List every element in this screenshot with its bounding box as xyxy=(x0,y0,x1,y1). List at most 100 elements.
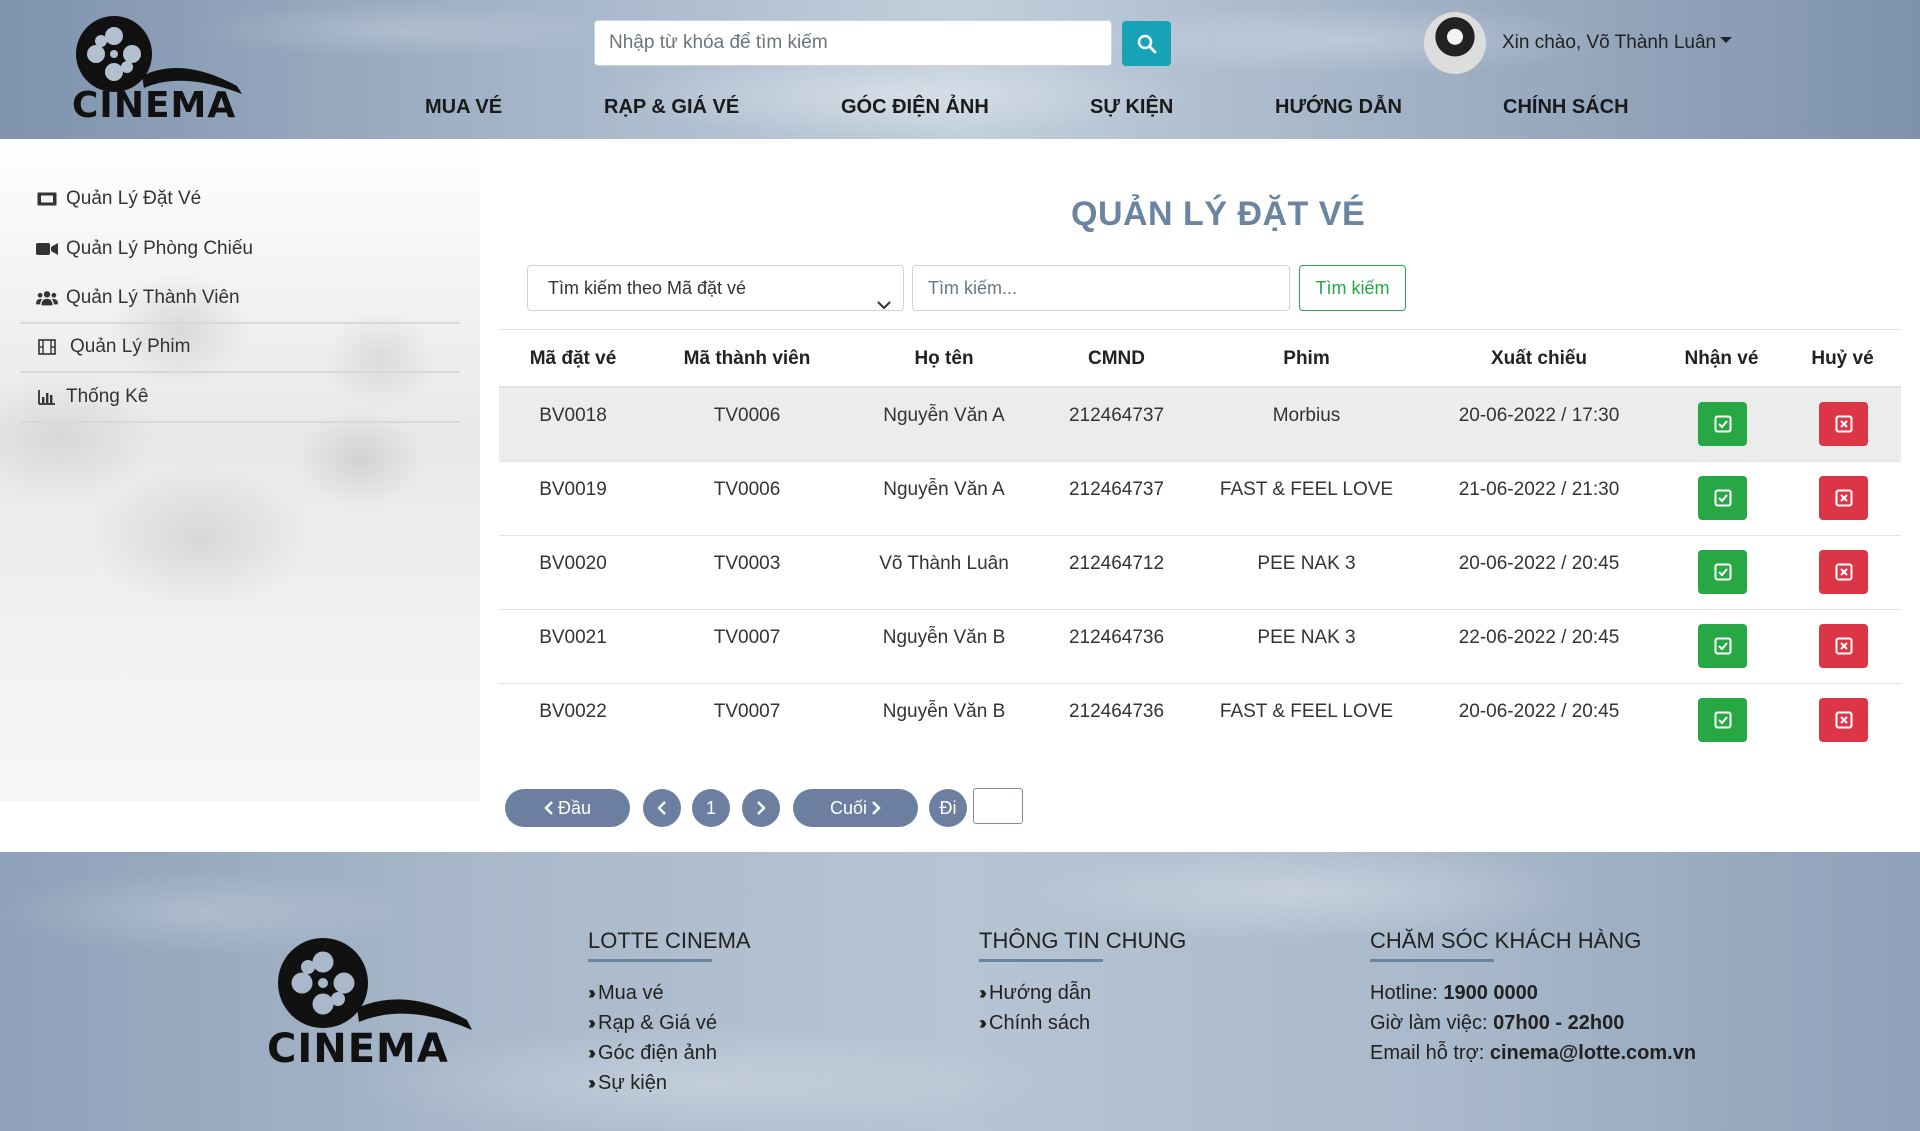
accept-ticket-button[interactable] xyxy=(1698,698,1747,742)
cancel-ticket-button[interactable] xyxy=(1819,624,1868,668)
nav-su-kien[interactable]: SỰ KIỆN xyxy=(1090,96,1173,119)
cell-ma-thanh-vien: TV0007 xyxy=(713,701,781,722)
footer-link-rap-gia-ve[interactable]: ›› Rạp & Giá vé xyxy=(588,1008,751,1038)
cell-cmnd: 212464712 xyxy=(1068,553,1165,574)
pagination-go-button[interactable]: Đi xyxy=(929,789,967,827)
col-header-ma-thanh-vien: Mã thành viên xyxy=(683,348,811,369)
video-camera-icon xyxy=(36,240,58,258)
footer-link-label: Sự kiện xyxy=(598,1072,667,1094)
cell-ma-dat-ve: BV0021 xyxy=(539,627,607,648)
col-header-phim: Phim xyxy=(1283,348,1330,369)
nav-rap-gia-ve[interactable]: RẠP & GIÁ VÉ xyxy=(604,96,739,119)
cell-cmnd: 212464736 xyxy=(1068,701,1165,722)
nav-huong-dan[interactable]: HƯỚNG DẪN xyxy=(1275,96,1402,119)
sidebar-item-phim[interactable]: Quản Lý Phim xyxy=(20,323,460,371)
cell-ma-dat-ve: BV0019 xyxy=(539,479,607,500)
accept-ticket-button[interactable] xyxy=(1698,550,1747,594)
greeting-text: Xin chào, Võ Thành Luân xyxy=(1502,32,1717,53)
cinema-logo[interactable]: CINEMA xyxy=(72,16,258,124)
chevron-right-icon xyxy=(872,801,881,815)
double-chevron-right-icon: ›› xyxy=(588,983,596,1003)
table-row: BV0019 TV0006 Nguyễn Văn A 212464737 FAS… xyxy=(499,462,1901,536)
sidebar-item-thong-ke[interactable]: Thống Kê xyxy=(20,373,460,421)
footer-link-su-kien[interactable]: ›› Sự kiện xyxy=(588,1068,751,1098)
hotline-value[interactable]: 1900 0000 xyxy=(1443,982,1538,1004)
accept-ticket-button[interactable] xyxy=(1698,476,1747,520)
table-row: BV0022 TV0007 Nguyễn Văn B 212464736 FAS… xyxy=(499,684,1901,758)
site-footer: CINEMA LOTTE CINEMA ›› Mua vé ›› Rạp & Giá… xyxy=(0,852,1920,1131)
footer-hotline: Hotline: 1900 0000 xyxy=(1370,982,1538,1004)
cancel-ticket-button[interactable] xyxy=(1819,550,1868,594)
nav-chinh-sach[interactable]: CHÍNH SÁCH xyxy=(1503,96,1629,119)
table-header: Mã đặt vé Mã thành viên Họ tên CMND Phim… xyxy=(499,329,1901,388)
pagination-page-input[interactable] xyxy=(973,788,1023,824)
search-field-select[interactable]: Tìm kiếm theo Mã đặt vé xyxy=(527,265,904,311)
footer-cinema-logo[interactable]: CINEMA xyxy=(267,938,481,1072)
table-row: BV0020 TV0003 Võ Thành Luân 212464712 PE… xyxy=(499,536,1901,610)
chevron-down-icon xyxy=(877,282,891,326)
cell-ma-thanh-vien: TV0003 xyxy=(713,553,781,574)
pagination-next-button[interactable] xyxy=(742,789,780,827)
nav-goc-dien-anh[interactable]: GÓC ĐIỆN ẢNH xyxy=(841,96,989,119)
footer-col-lotte-cinema: LOTTE CINEMA ›› Mua vé ›› Rạp & Giá vé ›› G… xyxy=(588,928,751,1098)
sidebar-item-dat-ve[interactable]: Quản Lý Đặt Vé xyxy=(20,175,460,223)
bar-chart-icon xyxy=(36,388,58,406)
accept-ticket-button[interactable] xyxy=(1698,624,1747,668)
cancel-ticket-button[interactable] xyxy=(1819,402,1868,446)
search-button[interactable] xyxy=(1122,21,1171,66)
cell-xuat-chieu: 22-06-2022 / 20:45 xyxy=(1458,627,1620,648)
pagination-last-button[interactable]: Cuối xyxy=(793,789,918,827)
pagination-first-label: Đầu xyxy=(557,797,592,818)
footer-link-mua-ve[interactable]: ›› Mua vé xyxy=(588,978,751,1008)
film-icon xyxy=(36,338,58,356)
check-square-icon xyxy=(1714,563,1731,581)
cell-cmnd: 212464736 xyxy=(1068,627,1165,648)
x-square-icon xyxy=(1835,563,1852,581)
pagination-prev-button[interactable] xyxy=(643,789,681,827)
sidebar-item-label: Quản Lý Thành Viên xyxy=(66,287,240,308)
search-input[interactable]: Nhập từ khóa để tìm kiếm xyxy=(594,20,1112,66)
cell-ma-thanh-vien: TV0006 xyxy=(713,405,781,426)
email-value[interactable]: cinema@lotte.com.vn xyxy=(1490,1042,1696,1064)
sidebar-item-label: Quản Lý Đặt Vé xyxy=(66,188,202,209)
pagination-first-button[interactable]: Đầu xyxy=(505,789,630,827)
sidebar-item-phong-chieu[interactable]: Quản Lý Phòng Chiếu xyxy=(20,225,460,273)
footer-hours: Giờ làm việc: 07h00 - 22h00 xyxy=(1370,1012,1625,1034)
chevron-left-icon xyxy=(657,801,666,815)
cell-xuat-chieu: 20-06-2022 / 20:45 xyxy=(1458,701,1620,722)
cell-phim: FAST & FEEL LOVE xyxy=(1219,479,1394,500)
users-icon xyxy=(36,289,58,307)
footer-col-title: THÔNG TIN CHUNG xyxy=(979,928,1186,962)
footer-col-cham-soc: CHĂM SÓC KHÁCH HÀNG Hotline: 1900 0000 G… xyxy=(1370,928,1696,1068)
booking-search-input[interactable]: Tìm kiếm... xyxy=(912,265,1290,311)
nav-mua-ve[interactable]: MUA VÉ xyxy=(425,96,502,119)
sidebar-item-thanh-vien[interactable]: Quản Lý Thành Viên xyxy=(20,274,460,322)
x-square-icon xyxy=(1835,637,1852,655)
col-header-cmnd: CMND xyxy=(1088,348,1145,369)
cell-ho-ten: Võ Thành Luân xyxy=(879,553,1009,574)
cell-xuat-chieu: 20-06-2022 / 20:45 xyxy=(1458,553,1620,574)
table-row: BV0021 TV0007 Nguyễn Văn B 212464736 PEE… xyxy=(499,610,1901,684)
booking-search-button[interactable]: Tìm kiếm xyxy=(1299,265,1406,311)
double-chevron-right-icon: ›› xyxy=(588,1013,596,1033)
pagination-page-1[interactable]: 1 xyxy=(692,789,730,827)
footer-link-huong-dan[interactable]: ›› Hướng dẫn xyxy=(979,978,1186,1008)
footer-col-title: CHĂM SÓC KHÁCH HÀNG xyxy=(1370,928,1696,962)
accept-ticket-button[interactable] xyxy=(1698,402,1747,446)
footer-link-goc-dien-anh[interactable]: ›› Góc điện ảnh xyxy=(588,1038,751,1068)
footer-col-thong-tin-chung: THÔNG TIN CHUNG ›› Hướng dẫn ›› Chính sách xyxy=(979,928,1186,1038)
user-menu-toggle[interactable]: Xin chào, Võ Thành Luân xyxy=(1502,32,1733,54)
cancel-ticket-button[interactable] xyxy=(1819,698,1868,742)
cell-ma-thanh-vien: TV0007 xyxy=(713,627,781,648)
page-title: QUẢN LÝ ĐẶT VÉ xyxy=(1071,195,1366,233)
footer-logo-text: CINEMA xyxy=(267,1026,449,1066)
cell-ma-thanh-vien: TV0006 xyxy=(713,479,781,500)
chevron-right-icon xyxy=(757,801,766,815)
film-reel-icon xyxy=(76,16,242,94)
cell-phim: Morbius xyxy=(1272,405,1341,426)
cell-ma-dat-ve: BV0020 xyxy=(539,553,607,574)
avatar[interactable] xyxy=(1424,12,1486,74)
cancel-ticket-button[interactable] xyxy=(1819,476,1868,520)
sidebar-item-label: Quản Lý Phòng Chiếu xyxy=(66,238,253,259)
footer-link-chinh-sach[interactable]: ›› Chính sách xyxy=(979,1008,1186,1038)
